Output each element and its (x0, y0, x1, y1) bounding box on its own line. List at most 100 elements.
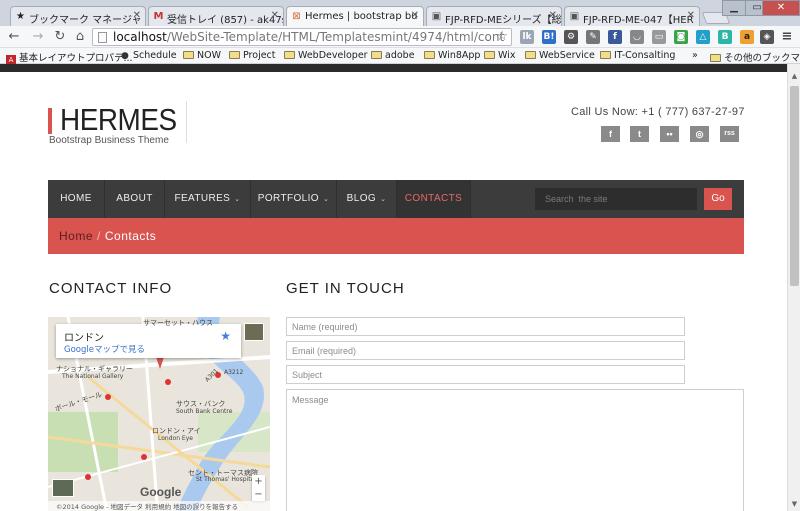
site-tagline: Bootstrap Business Theme (49, 135, 169, 146)
close-icon[interactable]: ✕ (411, 10, 419, 21)
folder-icon (284, 51, 295, 59)
url-path: /WebSite-Template/HTML/Templatesmint/497… (166, 30, 505, 44)
map-label: サマーセット・ハウス (143, 319, 213, 327)
call-us-text: Call Us Now: +1 ( 777) 637-27-97 (571, 106, 745, 118)
nav-contacts[interactable]: CONTACTS (397, 180, 471, 218)
nav-portfolio[interactable]: PORTFOLIO ⌄ (251, 180, 337, 218)
folder-icon (525, 51, 536, 59)
menu-icon[interactable]: ≡ (780, 30, 794, 44)
page-thumbnail-icon: ▣ (431, 11, 442, 22)
tab-fjp-047[interactable]: ▣ FJP-RFD-ME-047【HER ✕ (564, 6, 700, 26)
folder-icon (371, 51, 382, 59)
twitter-icon[interactable]: t (630, 126, 649, 142)
header-divider (186, 101, 187, 143)
bookmarks-bar: A 基本レイアウトプロパテ... ● Schedule NOW Project We… (0, 48, 800, 65)
save-star-icon[interactable]: ★ (220, 329, 231, 343)
bookmark-it-consalting[interactable]: IT-Consalting (600, 50, 675, 61)
bookmark-schedule[interactable]: ● Schedule (121, 50, 177, 61)
site-top-bar (0, 64, 792, 72)
chevron-down-icon: ⌄ (234, 196, 241, 203)
scroll-up-icon[interactable]: ▲ (790, 72, 799, 81)
page-icon (98, 32, 107, 43)
email-field[interactable] (286, 341, 685, 360)
bookmarks-overflow[interactable]: » (692, 50, 698, 61)
back-arrow-icon[interactable]: ← (6, 29, 22, 45)
breadcrumb-separator: / (97, 229, 101, 243)
close-icon[interactable]: ✕ (133, 10, 141, 21)
tab-fjp-series[interactable]: ▣ FJP-RFD-MEシリーズ【総 ✕ (426, 6, 562, 26)
view-in-google-maps-link[interactable]: Googleマップで見る (64, 343, 145, 355)
logo-accent-bar (48, 108, 52, 134)
address-bar[interactable]: localhost/WebSite-Template/HTML/Template… (92, 28, 512, 46)
zoom-out-button[interactable]: − (252, 488, 265, 501)
tab-label: Hermes | bootstrap bu (305, 11, 418, 22)
tab-label: 受信トレイ (857) - ak47s (167, 15, 284, 26)
forward-arrow-icon[interactable]: → (30, 29, 46, 45)
close-icon[interactable]: ✕ (271, 10, 279, 21)
zoom-in-button[interactable]: + (252, 475, 265, 488)
breadcrumb-home[interactable]: Home (59, 229, 93, 243)
page-thumbnail-icon: ▣ (569, 11, 580, 22)
drive-icon[interactable]: △ (696, 30, 710, 44)
window-close-button[interactable]: ✕ (762, 0, 800, 16)
nav-features[interactable]: FEATURES ⌄ (165, 180, 251, 218)
scrollbar-thumb[interactable] (790, 86, 799, 286)
buffer-icon[interactable]: B (718, 30, 732, 44)
shield-icon[interactable]: ◈ (760, 30, 774, 44)
map-zoom-control[interactable]: + − (252, 475, 265, 501)
name-field[interactable] (286, 317, 685, 336)
tab-hermes[interactable]: ⊠ Hermes | bootstrap bu ✕ (286, 6, 424, 26)
bookmark-adobe[interactable]: adobe (371, 50, 415, 61)
tab-label: FJP-RFD-MEシリーズ【総 (445, 15, 562, 26)
bookmark-project[interactable]: Project (229, 50, 276, 61)
map-label: The National Gallery (62, 373, 124, 380)
satellite-toggle[interactable] (244, 323, 264, 341)
bookmark-webdeveloper[interactable]: WebDeveloper (284, 50, 368, 61)
evernote-icon[interactable]: ✎ (586, 30, 600, 44)
map-label: London Eye (158, 435, 193, 442)
line-icon[interactable]: ◙ (674, 30, 688, 44)
search-input[interactable] (535, 188, 697, 210)
bookmark-webservice[interactable]: WebService (525, 50, 595, 61)
bookmark-now[interactable]: NOW (183, 50, 221, 61)
dribbble-icon[interactable]: ◎ (690, 126, 709, 142)
nav-about[interactable]: ABOUT (105, 180, 165, 218)
bookmark-wix[interactable]: Wix (484, 50, 515, 61)
hatena-bookmark-icon[interactable]: B! (542, 30, 556, 44)
nav-home[interactable]: HOME (48, 180, 105, 218)
subject-field[interactable] (286, 365, 685, 384)
close-icon[interactable]: ✕ (687, 10, 695, 21)
folder-icon (600, 51, 611, 59)
reload-icon[interactable]: ↻ (52, 29, 68, 45)
bookmark-star-icon[interactable]: ☆ (496, 29, 508, 45)
street-view-thumbnail[interactable] (52, 479, 74, 497)
scroll-down-icon[interactable]: ▼ (790, 500, 799, 509)
bookmark-other[interactable]: その他のブックマーク (710, 50, 800, 64)
minimize-button[interactable]: ▁ (722, 0, 746, 16)
url-host: localhost (113, 30, 167, 44)
chevron-down-icon: ⌄ (322, 196, 330, 203)
rss-icon[interactable]: rss (720, 126, 739, 142)
facebook-icon[interactable]: f (601, 126, 620, 142)
nav-blog[interactable]: BLOG ⌄ (337, 180, 397, 218)
message-field[interactable] (286, 389, 744, 511)
bookmark-layout-properties[interactable]: A 基本レイアウトプロパテ... (6, 50, 133, 65)
home-icon[interactable]: ⌂ (72, 29, 88, 45)
pocket-icon[interactable]: ◡ (630, 30, 644, 44)
amazon-icon[interactable]: a (740, 30, 754, 44)
flickr-icon[interactable]: •• (660, 126, 679, 142)
gear-icon[interactable]: ⚙ (564, 30, 578, 44)
site-favicon-icon: ⊠ (292, 11, 301, 22)
map-info-card: ロンドン Googleマップで見る ★ (56, 324, 241, 358)
facebook-icon[interactable]: f (608, 30, 622, 44)
search-go-button[interactable]: Go (704, 188, 732, 210)
close-icon[interactable]: ✕ (549, 10, 557, 21)
vertical-scrollbar[interactable]: ▲ ▼ (787, 64, 800, 511)
google-map[interactable]: ロンドン Googleマップで見る ★ サマーセット・ハウス ナショナル・ギャラ… (48, 317, 270, 511)
site-logo[interactable]: HERMES (60, 102, 177, 138)
tab-bookmark-manager[interactable]: ★ ブックマーク マネージャ ✕ (10, 6, 146, 26)
cast-icon[interactable]: ▭ (652, 30, 666, 44)
tab-gmail-inbox[interactable]: M 受信トレイ (857) - ak47s ✕ (148, 6, 284, 26)
extension-icon[interactable]: lk (520, 30, 534, 44)
bookmark-win8app[interactable]: Win8App (424, 50, 480, 61)
